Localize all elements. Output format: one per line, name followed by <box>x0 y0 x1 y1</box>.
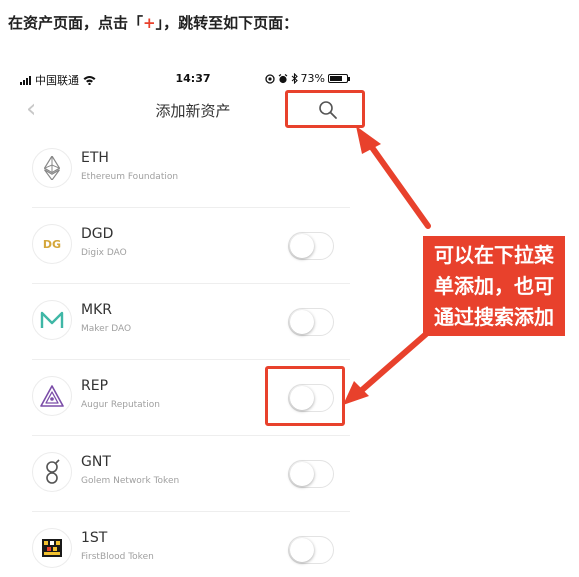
asset-symbol: MKR <box>81 302 112 318</box>
asset-name: Digix DAO <box>81 248 127 258</box>
toggle-knob <box>290 234 314 258</box>
digix-logo: DG <box>32 224 72 264</box>
battery-level <box>330 76 342 81</box>
golem-logo <box>32 452 72 492</box>
arrow-to-search <box>368 143 431 229</box>
asset-symbol: ETH <box>81 150 109 166</box>
asset-toggle-dgd[interactable] <box>288 232 334 260</box>
arrow-to-toggle <box>359 325 436 393</box>
toggle-highlight-box <box>265 366 345 426</box>
asset-name: Augur Reputation <box>81 400 160 410</box>
asset-row-gnt[interactable]: GNT Golem Network Token <box>18 436 368 512</box>
asset-name: FirstBlood Token <box>81 552 154 562</box>
location-icon <box>264 73 275 84</box>
augur-logo <box>32 376 72 416</box>
search-highlight-box <box>285 90 365 128</box>
asset-toggle-gnt[interactable] <box>288 460 334 488</box>
bluetooth-icon <box>291 73 298 84</box>
asset-toggle-1st[interactable] <box>288 536 334 564</box>
battery-icon <box>328 74 350 83</box>
ethereum-logo <box>32 148 72 188</box>
firstblood-logo <box>32 528 72 568</box>
phone-screen: 中国联通 14:37 73% ‹ 添加新资产 ETH Ethereum Foun… <box>18 60 368 577</box>
asset-name: Golem Network Token <box>81 476 180 486</box>
asset-row-mkr[interactable]: MKR Maker DAO <box>18 284 368 360</box>
annotation-line-3: 通过搜索添加 <box>434 305 554 329</box>
asset-row-eth[interactable]: ETH Ethereum Foundation <box>18 132 368 208</box>
asset-symbol: DGD <box>81 226 114 242</box>
annotation-line-2: 单添加，也可 <box>434 274 554 298</box>
plus-symbol: + <box>143 14 156 32</box>
asset-symbol: 1ST <box>81 530 108 546</box>
status-bar: 中国联通 14:37 73% <box>18 70 368 88</box>
annotation-note: 可以在下拉菜 单添加，也可 通过搜索添加 <box>423 236 565 336</box>
alarm-icon <box>278 73 287 83</box>
caption-before: 在资产页面，点击「 <box>8 14 144 32</box>
asset-symbol: REP <box>81 378 109 394</box>
toggle-knob <box>290 310 314 334</box>
asset-row-dgd[interactable]: DG DGD Digix DAO <box>18 208 368 284</box>
svg-text:DG: DG <box>43 238 61 251</box>
maker-logo <box>32 300 72 340</box>
toggle-knob <box>290 538 314 562</box>
battery-percent: 73% <box>300 72 325 85</box>
annotation-line-1: 可以在下拉菜 <box>434 243 554 267</box>
asset-name: Ethereum Foundation <box>81 172 179 182</box>
asset-name: Maker DAO <box>81 324 132 334</box>
asset-toggle-mkr[interactable] <box>288 308 334 336</box>
asset-row-1st[interactable]: 1ST FirstBlood Token <box>18 512 368 577</box>
caption: 在资产页面，点击「+」，跳转至如下页面： <box>8 12 298 33</box>
caption-after: 」，跳转至如下页面： <box>155 14 299 32</box>
toggle-knob <box>290 462 314 486</box>
asset-symbol: GNT <box>81 454 111 470</box>
